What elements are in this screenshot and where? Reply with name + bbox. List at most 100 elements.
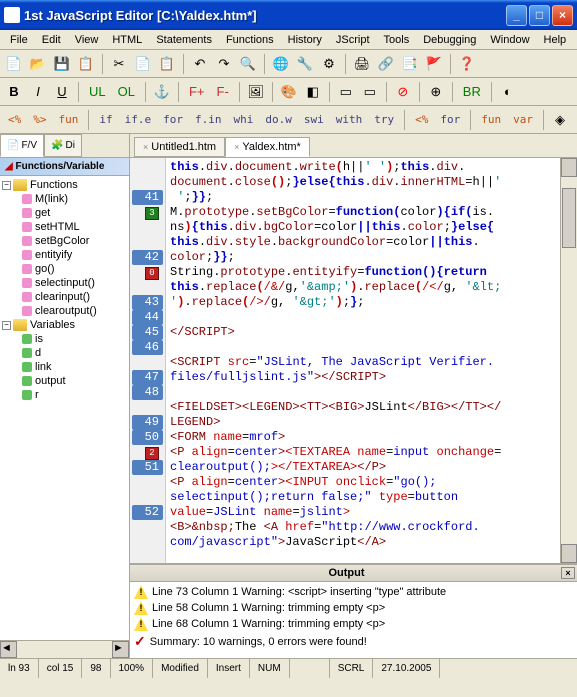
flag-icon[interactable]: 🚩 bbox=[424, 54, 444, 74]
snippet-close[interactable]: %> bbox=[29, 111, 50, 128]
plus-icon[interactable]: ⊕ bbox=[426, 82, 446, 102]
vertical-scrollbar[interactable] bbox=[560, 158, 577, 563]
undo-icon[interactable]: ↶ bbox=[190, 54, 210, 74]
editor-tab-untitled[interactable]: ×Untitled1.htm bbox=[134, 137, 225, 157]
menu-edit[interactable]: Edit bbox=[36, 32, 67, 48]
menu-file[interactable]: File bbox=[4, 32, 34, 48]
snippet-with[interactable]: with bbox=[332, 111, 367, 128]
open-icon[interactable]: 📂 bbox=[28, 54, 48, 74]
tree-var-item[interactable]: link bbox=[2, 360, 127, 374]
menu-history[interactable]: History bbox=[282, 32, 328, 48]
font-inc-button[interactable]: F+ bbox=[185, 82, 209, 102]
menu-view[interactable]: View bbox=[69, 32, 105, 48]
menu-jscript[interactable]: JScript bbox=[330, 32, 376, 48]
tree-func-item[interactable]: entityify bbox=[2, 248, 127, 262]
browser-icon[interactable]: 🌐 bbox=[271, 54, 291, 74]
snippet-open2[interactable]: <% bbox=[411, 111, 432, 128]
menu-html[interactable]: HTML bbox=[106, 32, 148, 48]
menu-help[interactable]: Help bbox=[538, 32, 573, 48]
editor-tab-yaldex[interactable]: ×Yaldex.htm* bbox=[225, 137, 310, 157]
tree-func-item[interactable]: setBgColor bbox=[2, 234, 127, 248]
redo-icon[interactable]: ↷ bbox=[214, 54, 234, 74]
image-icon[interactable]: 🖼 bbox=[246, 82, 266, 102]
menu-debugging[interactable]: Debugging bbox=[417, 32, 482, 48]
snippet-var[interactable]: var bbox=[509, 111, 537, 128]
anchor-icon[interactable]: ⚓ bbox=[152, 82, 172, 102]
snippet-try[interactable]: try bbox=[370, 111, 398, 128]
ol-button[interactable]: OL bbox=[114, 82, 139, 102]
bookmark-icon[interactable]: 📑 bbox=[400, 54, 420, 74]
sidebar-tree[interactable]: −Functions M(link) get setHTML setBgColo… bbox=[0, 176, 129, 640]
tree-func-item[interactable]: clearoutput() bbox=[2, 304, 127, 318]
output-summary[interactable]: ✓Summary: 10 warnings, 0 errors were fou… bbox=[132, 632, 575, 651]
underline-button[interactable]: U bbox=[52, 82, 72, 102]
italic-button[interactable]: I bbox=[28, 82, 48, 102]
tree-var-item[interactable]: d bbox=[2, 346, 127, 360]
snippet-fun[interactable]: fun bbox=[55, 111, 83, 128]
menu-statements[interactable]: Statements bbox=[150, 32, 218, 48]
output-warning[interactable]: !Line 58 Column 1 Warning: trimming empt… bbox=[132, 600, 575, 616]
link-icon[interactable]: 🔗 bbox=[376, 54, 396, 74]
tools-icon[interactable]: 🔧 bbox=[295, 54, 315, 74]
print-icon[interactable]: 🖨 bbox=[352, 54, 372, 74]
tree-func-item[interactable]: clearinput() bbox=[2, 290, 127, 304]
new-icon[interactable]: 📄 bbox=[4, 54, 24, 74]
output-warning[interactable]: !Line 73 Column 1 Warning: <script> inse… bbox=[132, 584, 575, 600]
tree-variables[interactable]: −Variables bbox=[2, 318, 127, 332]
rect-icon[interactable]: ▭ bbox=[336, 82, 356, 102]
sidebar-tab-di[interactable]: 🧩Di bbox=[44, 134, 82, 157]
snippet-swi[interactable]: swi bbox=[300, 111, 328, 128]
snippet-if[interactable]: if bbox=[95, 111, 116, 128]
tree-var-item[interactable]: is bbox=[2, 332, 127, 346]
sidebar-scrollbar[interactable]: ◄ ► bbox=[0, 640, 129, 658]
br-button[interactable]: BR bbox=[459, 82, 485, 102]
menu-functions[interactable]: Functions bbox=[220, 32, 280, 48]
bold-button[interactable]: B bbox=[4, 82, 24, 102]
find-icon[interactable]: 🔍 bbox=[238, 54, 258, 74]
tree-var-item[interactable]: r bbox=[2, 388, 127, 402]
snippet-dow[interactable]: do.w bbox=[261, 111, 296, 128]
ul-button[interactable]: UL bbox=[85, 82, 110, 102]
saveall-icon[interactable]: 📋 bbox=[76, 54, 96, 74]
snippet-for[interactable]: for bbox=[159, 111, 187, 128]
copy-icon[interactable]: 📄 bbox=[133, 54, 153, 74]
settings-icon[interactable]: ⚙ bbox=[319, 54, 339, 74]
snippet-misc-icon[interactable]: ◈ bbox=[550, 110, 570, 130]
tree-var-item[interactable]: output bbox=[2, 374, 127, 388]
code-editor[interactable]: this.div.document.write(h||' ');this.div… bbox=[166, 158, 560, 563]
snippet-for2[interactable]: for bbox=[436, 111, 464, 128]
cut-icon[interactable]: ✂ bbox=[109, 54, 129, 74]
snippet-fin[interactable]: f.in bbox=[191, 111, 226, 128]
no-icon[interactable]: ⊘ bbox=[393, 82, 413, 102]
tree-func-item[interactable]: M(link) bbox=[2, 192, 127, 206]
tree-func-item[interactable]: get bbox=[2, 206, 127, 220]
output-close-icon[interactable]: × bbox=[561, 567, 575, 579]
bookmark-icon[interactable]: 3 bbox=[145, 207, 159, 220]
color-icon[interactable]: ◧ bbox=[303, 82, 323, 102]
menu-window[interactable]: Window bbox=[484, 32, 535, 48]
rect2-icon[interactable]: ▭ bbox=[360, 82, 380, 102]
gutter[interactable]: 41 3 42 0 43 44 45 46 47 48 49 50 2 51 bbox=[130, 158, 166, 563]
font-dec-button[interactable]: F- bbox=[213, 82, 233, 102]
breakpoint-icon[interactable]: 0 bbox=[145, 267, 159, 280]
output-list[interactable]: !Line 73 Column 1 Warning: <script> inse… bbox=[130, 582, 577, 658]
snippet-ife[interactable]: if.e bbox=[121, 111, 156, 128]
tree-func-item[interactable]: go() bbox=[2, 262, 127, 276]
sidebar-tab-fv[interactable]: 📄F/V bbox=[0, 134, 44, 157]
menu-tools[interactable]: Tools bbox=[378, 32, 416, 48]
save-icon[interactable]: 💾 bbox=[52, 54, 72, 74]
snippet-whi[interactable]: whi bbox=[230, 111, 258, 128]
tree-func-item[interactable]: selectinput() bbox=[2, 276, 127, 290]
misc-icon[interactable]: ◐ bbox=[498, 82, 518, 102]
minimize-button[interactable]: _ bbox=[506, 5, 527, 26]
close-button[interactable]: × bbox=[552, 5, 573, 26]
maximize-button[interactable]: □ bbox=[529, 5, 550, 26]
paste-icon[interactable]: 📋 bbox=[157, 54, 177, 74]
breakpoint-icon[interactable]: 2 bbox=[145, 447, 159, 460]
tree-func-item[interactable]: setHTML bbox=[2, 220, 127, 234]
output-warning[interactable]: !Line 68 Column 1 Warning: trimming empt… bbox=[132, 616, 575, 632]
snippet-fun2[interactable]: fun bbox=[477, 111, 505, 128]
snippet-open[interactable]: <% bbox=[4, 111, 25, 128]
palette-icon[interactable]: 🎨 bbox=[279, 82, 299, 102]
tab-close-icon[interactable]: × bbox=[234, 142, 239, 152]
